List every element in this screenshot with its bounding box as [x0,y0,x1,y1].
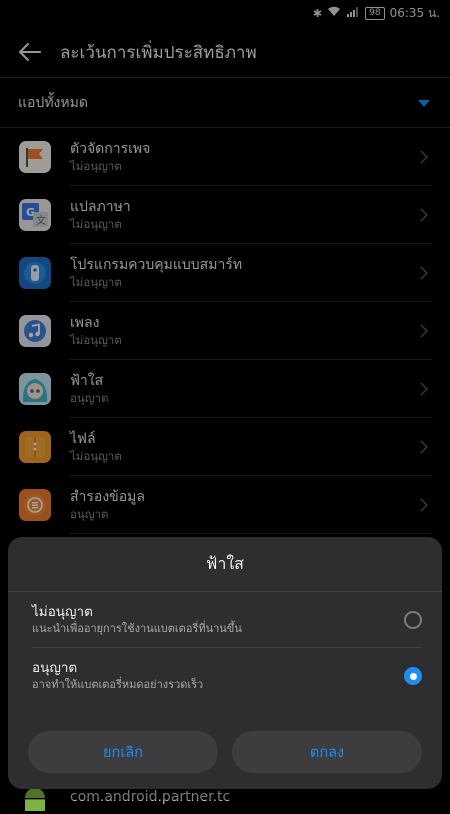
option-allow[interactable]: อนุญาต อาจทำให้แบตเตอรี่หมดอย่างรวดเร็ว [8,648,442,704]
radio-button-selected[interactable] [404,667,422,685]
ok-button[interactable]: ตกลง [232,731,422,773]
option-deny[interactable]: ไม่อนุญาต แนะนำเพื่ออายุการใช้งานแบตเตอร… [8,592,442,648]
cancel-button[interactable]: ยกเลิก [28,731,218,773]
option-title: อนุญาต [32,660,78,676]
radio-button-unselected[interactable] [404,611,422,629]
option-title: ไม่อนุญาต [32,604,93,620]
permission-dialog: ฟ้าใส ไม่อนุญาต แนะนำเพื่ออายุการใช้งานแ… [8,537,442,789]
option-subtitle: อาจทำให้แบตเตอรี่หมดอย่างรวดเร็ว [32,678,204,691]
option-subtitle: แนะนำเพื่ออายุการใช้งานแบตเตอรี่ที่นานขึ… [32,622,242,635]
dialog-title: ฟ้าใส [206,553,244,573]
